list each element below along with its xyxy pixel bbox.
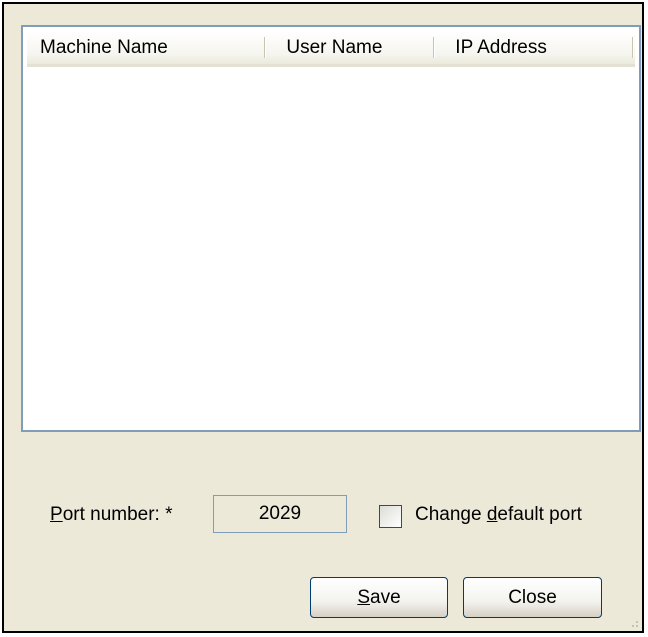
save-button-mnemonic: S <box>357 587 371 608</box>
checkbox-unchecked-icon[interactable] <box>379 505 402 528</box>
connections-listview[interactable]: Machine Name User Name IP Address <box>21 25 641 432</box>
port-number-label: Port number: * <box>50 504 173 526</box>
column-separator[interactable] <box>264 37 267 58</box>
column-header-machine-name[interactable]: Machine Name <box>27 31 267 64</box>
change-default-port-label[interactable]: Change default port <box>415 504 582 526</box>
column-header-label: IP Address <box>455 37 547 58</box>
column-header-label: User Name <box>286 37 383 58</box>
port-settings-dialog: Machine Name User Name IP Address Port n… <box>2 2 644 633</box>
column-header-ip-address[interactable]: IP Address <box>436 31 635 64</box>
port-number-label-mnemonic: P <box>50 504 63 525</box>
column-separator[interactable] <box>433 37 436 58</box>
column-header-user-name[interactable]: User Name <box>267 31 436 64</box>
close-button[interactable]: Close <box>463 577 602 618</box>
save-button[interactable]: Save <box>310 577 448 618</box>
change-default-port-label-before: Change <box>415 504 487 525</box>
port-number-label-text: ort number: * <box>62 504 173 525</box>
listview-header: Machine Name User Name IP Address <box>27 31 635 67</box>
resize-grip-icon[interactable] <box>628 617 638 627</box>
column-header-label: Machine Name <box>40 37 168 58</box>
save-button-label: ave <box>370 587 401 608</box>
change-default-port-label-after: efault port <box>497 504 582 525</box>
column-separator[interactable] <box>632 37 634 58</box>
change-default-port-label-mnemonic: d <box>486 504 498 525</box>
port-number-field[interactable]: 2029 <box>213 495 347 533</box>
